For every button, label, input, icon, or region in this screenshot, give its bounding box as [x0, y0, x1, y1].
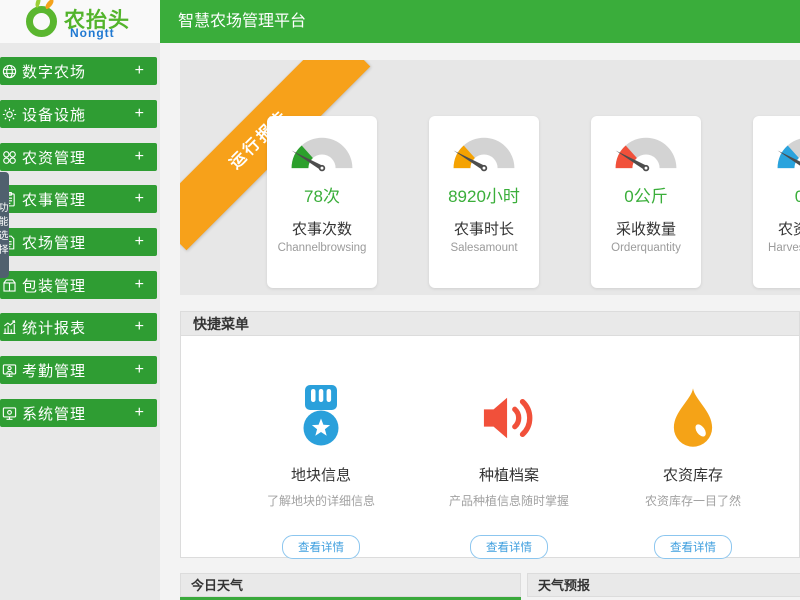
logo-ring-icon: [26, 6, 57, 37]
sidebar-item-label: 设备设施: [22, 104, 86, 125]
gear-icon: [1, 106, 18, 123]
speaker-icon: [429, 376, 589, 460]
today-weather-panel: 今日天气: [180, 573, 521, 600]
gauge-sublabel: Orderquantity: [591, 242, 701, 254]
gauge-label: 农事次数: [267, 218, 377, 239]
gauge-chart: [444, 128, 524, 173]
medal-icon: [241, 376, 401, 460]
operation-report-panel: 运行报告 78次 农事次数 Channelbrowsing 8920小时 农事时…: [180, 60, 800, 295]
expand-plus-icon: +: [135, 62, 144, 80]
sidebar-item-farm[interactable]: 农场管理 +: [0, 228, 157, 256]
quick-item-description: 农资库存一目了然: [613, 492, 773, 509]
logo[interactable]: 农抬头 Nongtt: [0, 0, 160, 43]
gauge-label: 采收数量: [591, 218, 701, 239]
weather-forecast-title: 天气预报: [527, 573, 800, 597]
sidebar-item-attendance[interactable]: 考勤管理 +: [0, 356, 157, 384]
sidebar-item-packaging[interactable]: 包装管理 +: [0, 271, 157, 299]
quick-item-planting-archive: 种植档案 产品种植信息随时掌握 查看详情: [429, 336, 589, 558]
box-icon: [1, 277, 18, 294]
sidebar-item-equipment[interactable]: 设备设施 +: [0, 100, 157, 128]
monitor-icon: [1, 405, 18, 422]
quick-item-description: 产品种植信息随时掌握: [429, 492, 589, 509]
quick-item-description: 了解地块的详细信息: [241, 492, 401, 509]
expand-plus-icon: +: [135, 276, 144, 294]
gauge-label: 农事时长: [429, 218, 539, 239]
gauge-chart: [282, 128, 362, 173]
gauge-sublabel: Harvestquantity: [753, 242, 800, 254]
quick-item-title: 种植档案: [429, 464, 589, 485]
sidebar-item-agri-materials[interactable]: 农资管理 +: [0, 143, 157, 171]
globe-icon: [1, 63, 18, 80]
monitor-user-icon: [1, 362, 18, 379]
sidebar-item-label: 农资管理: [22, 147, 86, 168]
quick-item-plot-info: 地块信息 了解地块的详细信息 查看详情: [241, 336, 401, 558]
sidebar-item-system[interactable]: 系统管理 +: [0, 399, 157, 427]
sidebar-item-farming[interactable]: 农事管理 +: [0, 185, 157, 213]
sidebar-item-label: 农事管理: [22, 189, 86, 210]
logo-subtitle: Nongtt: [70, 26, 115, 40]
top-bar: 智慧农场管理平台: [160, 0, 800, 43]
clover-icon: [1, 149, 18, 166]
expand-plus-icon: +: [135, 361, 144, 379]
sidebar-item-label: 系统管理: [22, 403, 86, 424]
view-details-button[interactable]: 查看详情: [470, 535, 548, 559]
expand-plus-icon: +: [135, 233, 144, 251]
gauge-card-farming-hours: 8920小时 农事时长 Salesamount: [429, 116, 539, 288]
gauge-card-farming-count: 78次 农事次数 Channelbrowsing: [267, 116, 377, 288]
weather-forecast-panel: 天气预报: [527, 573, 800, 597]
gauge-label: 农资入库: [753, 218, 800, 239]
gauge-card-materials-inbound: 0次 农资入库 Harvestquantity: [753, 116, 800, 288]
quick-item-materials-stock: 农资库存 农资库存一目了然 查看详情: [613, 336, 773, 558]
expand-plus-icon: +: [135, 148, 144, 166]
gauge-chart: [768, 128, 800, 173]
chart-icon: [1, 319, 18, 336]
sidebar-item-label: 包装管理: [22, 275, 86, 296]
gauge-value: 78次: [267, 182, 377, 207]
gauge-value: 0次: [753, 182, 800, 207]
gauge-sublabel: Salesamount: [429, 242, 539, 254]
expand-plus-icon: +: [135, 318, 144, 336]
app-title: 智慧农场管理平台: [178, 0, 306, 43]
side-drawer-tab[interactable]: 功能选择: [0, 172, 9, 278]
sidebar-item-digital-farm[interactable]: 数字农场 +: [0, 57, 157, 85]
sidebar-item-label: 数字农场: [22, 61, 86, 82]
quick-item-title: 地块信息: [241, 464, 401, 485]
smart-farm-dashboard: 农抬头 Nongtt 智慧农场管理平台 数字农场 + 设备设施 + 农资管理 +…: [0, 0, 800, 600]
sidebar-item-reports[interactable]: 统计报表 +: [0, 313, 157, 341]
sidebar-item-label: 农场管理: [22, 232, 86, 253]
expand-plus-icon: +: [135, 190, 144, 208]
expand-plus-icon: +: [135, 105, 144, 123]
drop-icon: [613, 376, 773, 460]
gauge-card-harvest-quantity: 0公斤 采收数量 Orderquantity: [591, 116, 701, 288]
view-details-button[interactable]: 查看详情: [282, 535, 360, 559]
expand-plus-icon: +: [135, 404, 144, 422]
gauge-value: 0公斤: [591, 182, 701, 207]
quick-item-title: 农资库存: [613, 464, 773, 485]
sidebar-item-label: 考勤管理: [22, 360, 86, 381]
quick-menu-title: 快捷菜单: [181, 312, 799, 336]
quick-menu-panel: 快捷菜单 地块信息 了解地块的详细信息 查看详情: [180, 311, 800, 558]
gauge-chart: [606, 128, 686, 173]
gauge-sublabel: Channelbrowsing: [267, 242, 377, 254]
sidebar-item-label: 统计报表: [22, 317, 86, 338]
gauge-value: 8920小时: [429, 182, 539, 207]
today-weather-title: 今日天气: [180, 573, 521, 597]
view-details-button[interactable]: 查看详情: [654, 535, 732, 559]
